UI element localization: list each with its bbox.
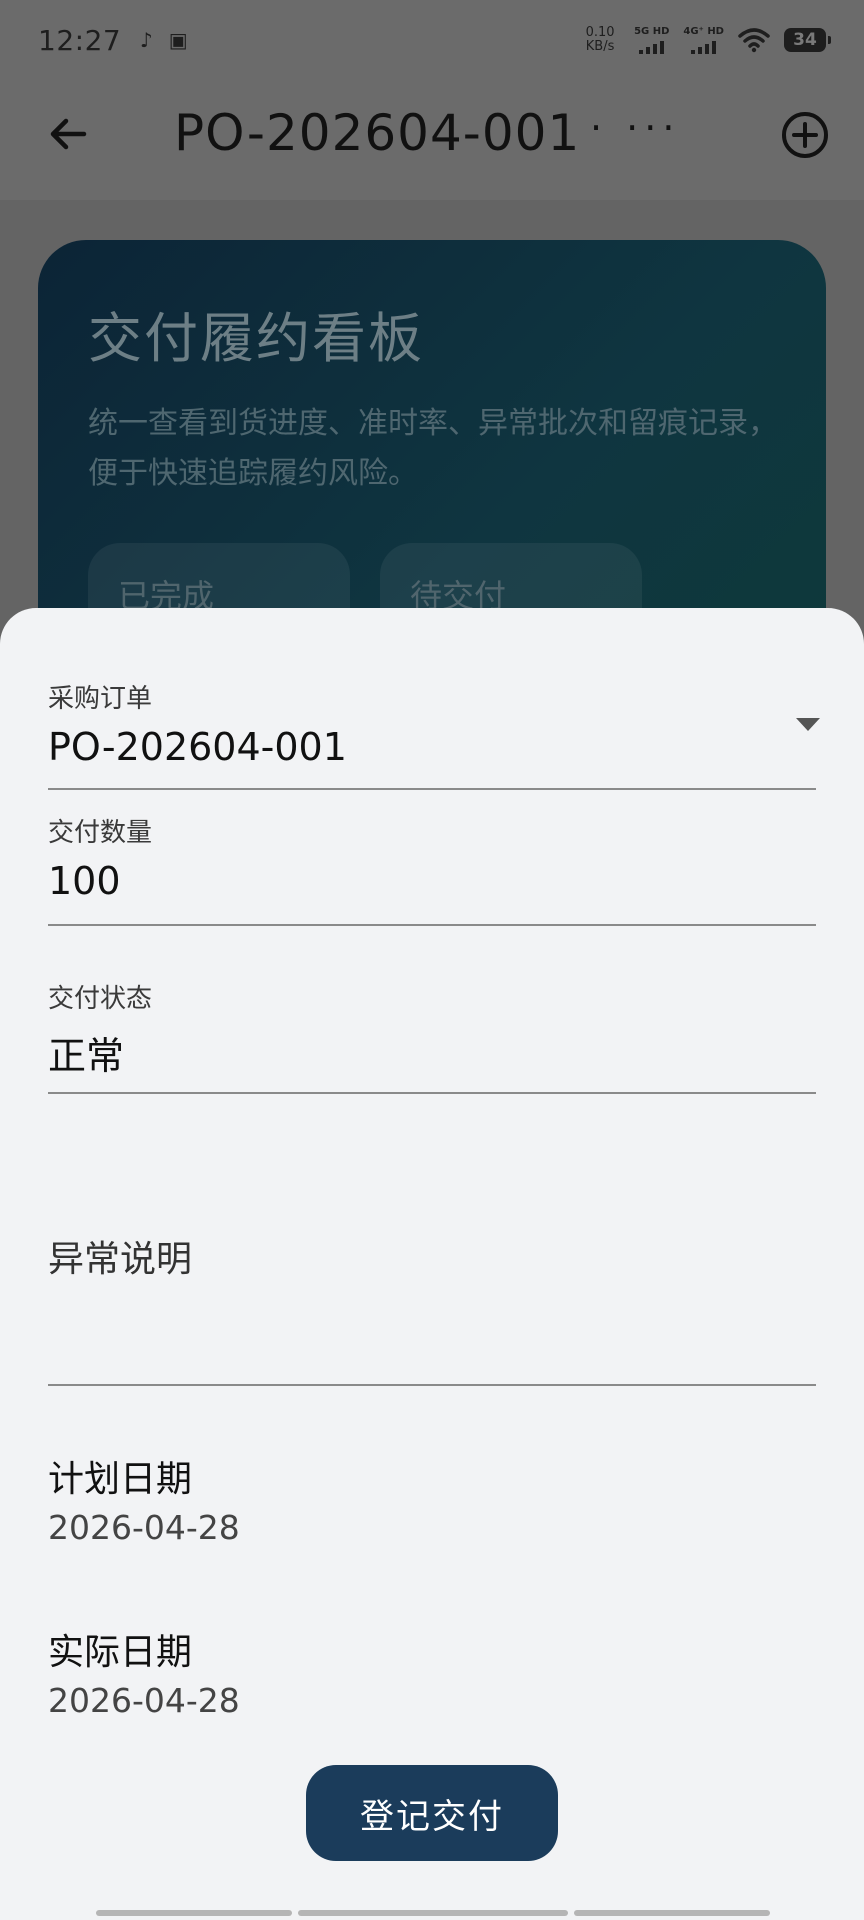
net-speed-unit: KB/s — [585, 39, 615, 54]
po-select-value: PO-202604-001 — [48, 725, 347, 769]
battery-level: 34 — [793, 30, 817, 50]
quantity-value: 100 — [48, 859, 121, 903]
signal-bars-icon — [691, 40, 717, 54]
more-icon[interactable]: · ··· — [590, 106, 680, 150]
status-time: 12:27 — [38, 23, 122, 57]
planned-date-label: 计划日期 — [48, 1459, 193, 1500]
status-value: 正常 — [48, 1034, 125, 1078]
status-bar: 12:27 ♪ ▣ 0.10 KB/s 5G HD 4G⁺ HD 34 — [0, 0, 864, 80]
signal-bars-icon — [639, 40, 665, 54]
status-app-icons: ♪ ▣ — [135, 27, 189, 53]
dashboard-title: 交付履约看板 — [88, 307, 424, 370]
signal-5g: 5G HD — [634, 26, 669, 54]
actual-date-value[interactable]: 2026-04-28 — [48, 1681, 240, 1720]
po-select[interactable]: 采购订单 PO-202604-001 — [48, 678, 816, 790]
quantity-label: 交付数量 — [48, 818, 153, 848]
gesture-nav-bar — [96, 1910, 770, 1916]
delivery-form-sheet: 采购订单 PO-202604-001 交付数量 100 交付状态 正常 异常说明… — [0, 608, 864, 1920]
quantity-field[interactable]: 交付数量 100 — [48, 812, 816, 926]
register-delivery-button[interactable]: 登记交付 — [306, 1765, 558, 1861]
gallery-icon: ▣ — [168, 28, 188, 52]
signal-4g: 4G⁺ HD — [683, 26, 724, 54]
signal-5g-label: 5G HD — [634, 26, 670, 37]
po-select-label: 采购订单 — [48, 684, 153, 714]
status-label: 交付状态 — [48, 984, 153, 1014]
tiktok-icon: ♪ — [139, 28, 153, 52]
add-circle-icon[interactable] — [780, 110, 830, 160]
status-field[interactable]: 交付状态 正常 — [48, 978, 816, 1094]
dashboard-description: 统一查看到货进度、准时率、异常批次和留痕记录，便于快速追踪履约风险。 — [88, 406, 778, 491]
chevron-down-icon[interactable] — [796, 718, 820, 731]
page-title: PO-202604-001 — [174, 104, 581, 162]
wifi-icon — [738, 28, 770, 53]
status-indicators: 0.10 KB/s 5G HD 4G⁺ HD 34 — [580, 26, 831, 54]
exception-placeholder: 异常说明 — [48, 1239, 193, 1280]
battery-icon: 34 — [784, 28, 831, 52]
planned-date-value[interactable]: 2026-04-28 — [48, 1508, 240, 1547]
signal-4g-label: 4G⁺ HD — [683, 26, 724, 37]
actual-date-label: 实际日期 — [48, 1632, 193, 1673]
app-bar: PO-202604-001 · ··· — [0, 80, 864, 200]
net-speed: 0.10 KB/s — [580, 26, 620, 54]
arrow-left-icon[interactable] — [44, 110, 92, 158]
net-speed-value: 0.10 — [585, 25, 615, 40]
